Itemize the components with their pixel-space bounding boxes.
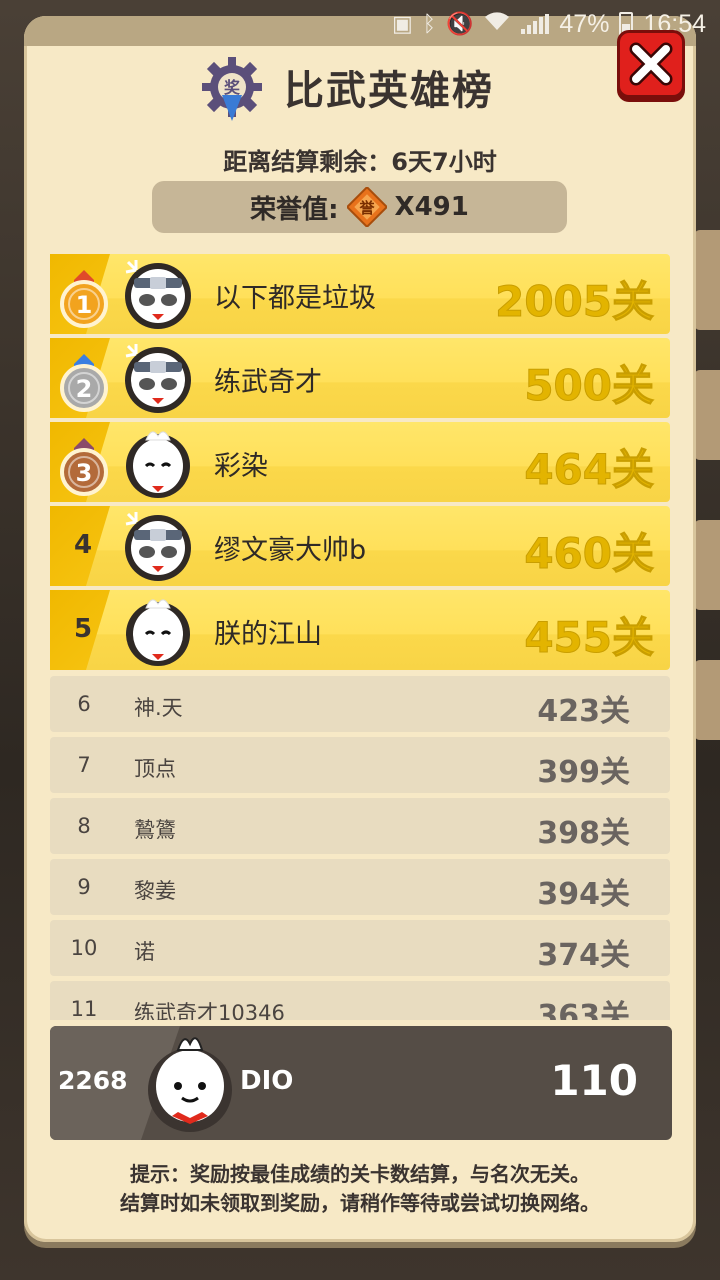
player-score: 374关 bbox=[537, 938, 630, 973]
leaderboard-row: 9 黎姜 394关 bbox=[50, 859, 670, 915]
honor-value-box: 荣誉值: 誉 X491 bbox=[152, 181, 567, 233]
player-score: 455关 bbox=[524, 613, 655, 663]
tip-text: 提示：奖励按最佳成绩的关卡数结算，与名次无关。 结算时如未领取到奖励，请稍作等待… bbox=[0, 1160, 720, 1218]
my-avatar bbox=[142, 1028, 238, 1132]
honor-value: X491 bbox=[394, 192, 469, 222]
leaderboard-row: 4 缪文豪大帅b 460关 bbox=[50, 506, 670, 586]
leaderboard-row: 5 朕的江山 455关 bbox=[50, 590, 670, 670]
rank-number: 6 bbox=[77, 692, 91, 716]
silver-medal-icon: 2 bbox=[56, 346, 112, 412]
status-bar: ▣ ᛒ 🔇 47% 16:54 bbox=[0, 0, 720, 48]
player-avatar bbox=[122, 510, 194, 582]
leaderboard-row: 6 神.天 423关 bbox=[50, 676, 670, 732]
player-score: 423关 bbox=[537, 694, 630, 729]
screenshot-icon: ▣ bbox=[391, 11, 413, 36]
leaderboard-row: 3 彩染 464关 bbox=[50, 422, 670, 502]
player-score: 2005关 bbox=[495, 277, 655, 327]
svg-text:3: 3 bbox=[76, 459, 93, 487]
award-gear-icon: 奖 bbox=[200, 55, 264, 121]
tip-line-1: 提示：奖励按最佳成绩的关卡数结算，与名次无关。 bbox=[130, 1162, 590, 1186]
signal-icon bbox=[521, 14, 550, 34]
player-score: 398关 bbox=[537, 816, 630, 851]
wifi-icon bbox=[483, 10, 511, 38]
player-name: 练武奇才 bbox=[214, 367, 322, 398]
player-name: 黎姜 bbox=[134, 879, 176, 903]
player-score: 464关 bbox=[524, 445, 655, 495]
player-name: 以下都是垃圾 bbox=[214, 283, 376, 314]
bluetooth-icon: ᛒ bbox=[422, 11, 436, 36]
player-name: 顶点 bbox=[134, 757, 176, 781]
leaderboard-row: 10 诺 374关 bbox=[50, 920, 670, 976]
my-name: DIO bbox=[240, 1066, 294, 1096]
player-score: 399关 bbox=[537, 755, 630, 790]
player-avatar bbox=[122, 594, 194, 666]
close-icon bbox=[629, 42, 673, 86]
svg-text:奖: 奖 bbox=[224, 78, 241, 97]
my-score: 110 bbox=[550, 1056, 638, 1105]
tip-line-2: 结算时如未领取到奖励，请稍作等待或尝试切换网络。 bbox=[120, 1191, 600, 1215]
page-title: 比武英雄榜 bbox=[284, 68, 494, 114]
honor-badge-icon: 誉 bbox=[345, 185, 388, 229]
battery-percent: 47% bbox=[559, 9, 610, 38]
rank-number: 7 bbox=[77, 753, 91, 777]
background-side-tab bbox=[694, 230, 720, 330]
player-avatar bbox=[122, 342, 194, 414]
bronze-medal-icon: 3 bbox=[56, 430, 112, 496]
rank-number: 8 bbox=[77, 814, 91, 838]
settlement-countdown: 距离结算剩余：6天7小时 bbox=[223, 148, 497, 176]
rank-number: 4 bbox=[73, 530, 93, 560]
player-avatar bbox=[122, 426, 194, 498]
leaderboard-list[interactable]: 1 以下都是垃圾 2005关 2 练武奇才 500关 3 彩染 464关 4 缪文豪大帅b 460关 5… bbox=[50, 254, 670, 1020]
player-name: 诺 bbox=[134, 940, 155, 964]
rank-number: 9 bbox=[77, 875, 91, 899]
player-score: 460关 bbox=[524, 529, 655, 579]
my-rank-row: 2268 DIO 110 bbox=[50, 1026, 672, 1140]
rank-number: 11 bbox=[70, 997, 98, 1020]
svg-text:1: 1 bbox=[76, 291, 93, 319]
leaderboard-row: 1 以下都是垃圾 2005关 bbox=[50, 254, 670, 334]
rank-number: 5 bbox=[73, 614, 93, 644]
rank-number: 10 bbox=[70, 936, 98, 960]
honor-label: 荣誉值: bbox=[250, 194, 339, 225]
leaderboard-row: 8 鷙鷟 398关 bbox=[50, 798, 670, 854]
player-name: 神.天 bbox=[134, 696, 183, 720]
background-side-tab bbox=[694, 520, 720, 610]
player-score: 500关 bbox=[524, 361, 655, 411]
background-side-tab bbox=[694, 370, 720, 460]
close-button[interactable] bbox=[617, 30, 685, 98]
leaderboard-row: 11 练武奇才10346 363关 bbox=[50, 981, 670, 1020]
player-name: 练武奇才10346 bbox=[134, 1001, 285, 1020]
my-rank-number: 2268 bbox=[58, 1066, 128, 1095]
gold-medal-icon: 1 bbox=[56, 262, 112, 328]
svg-text:2: 2 bbox=[76, 375, 93, 403]
mute-icon: 🔇 bbox=[445, 11, 474, 36]
player-name: 彩染 bbox=[214, 451, 268, 482]
svg-text:誉: 誉 bbox=[358, 199, 375, 217]
player-name: 朕的江山 bbox=[214, 619, 322, 650]
leaderboard-row: 7 顶点 399关 bbox=[50, 737, 670, 793]
player-score: 394关 bbox=[537, 877, 630, 912]
player-score: 363关 bbox=[537, 999, 630, 1020]
player-avatar bbox=[122, 258, 194, 330]
leaderboard-row: 2 练武奇才 500关 bbox=[50, 338, 670, 418]
player-name: 鷙鷟 bbox=[134, 818, 176, 842]
background-side-tab bbox=[694, 660, 720, 740]
player-name: 缪文豪大帅b bbox=[214, 535, 367, 566]
title-row: 奖 比武英雄榜 bbox=[200, 52, 494, 122]
